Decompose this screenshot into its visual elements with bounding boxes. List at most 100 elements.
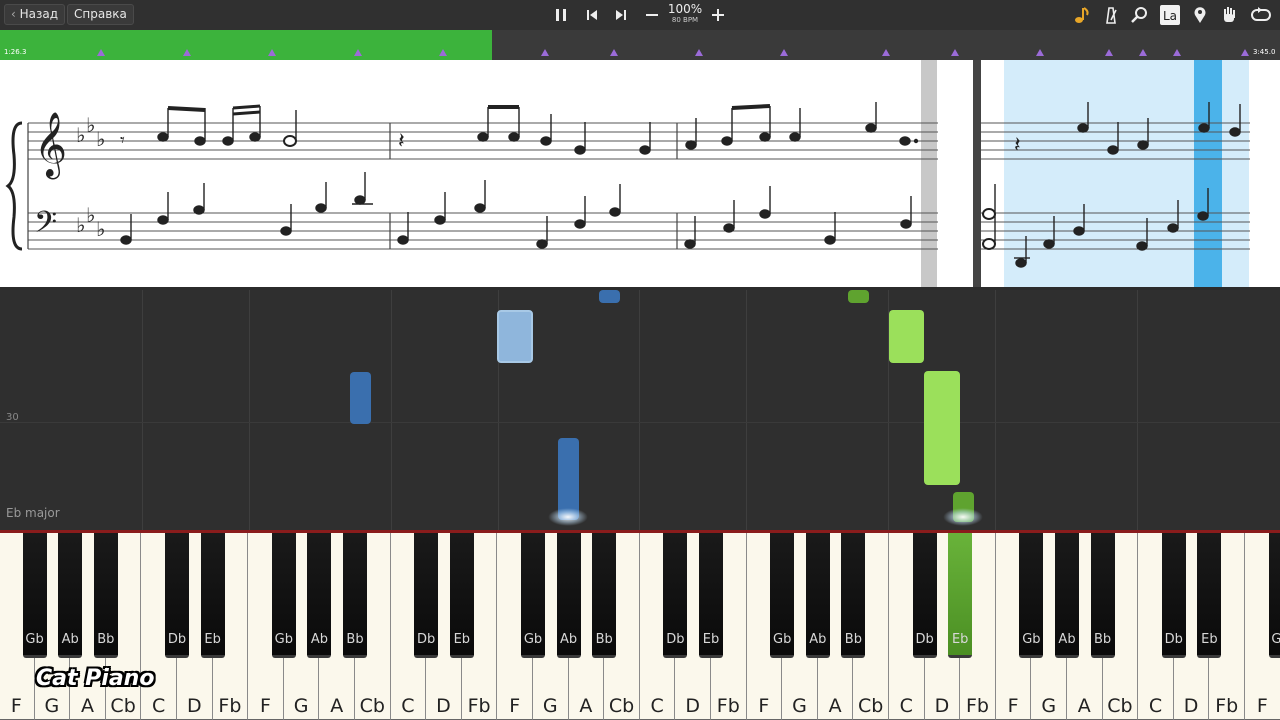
tempo-display: 100% 80 BPM [665, 3, 705, 25]
black-key[interactable]: Gb [1019, 533, 1044, 658]
white-key-label: Cb [110, 695, 136, 717]
white-key-label: F [1256, 695, 1268, 717]
black-key[interactable]: Eb [948, 533, 973, 658]
black-key[interactable]: Ab [556, 533, 581, 658]
black-key-label: Eb [702, 632, 720, 647]
black-key[interactable]: Gb [1268, 533, 1280, 658]
progress-marker[interactable] [97, 49, 105, 56]
progress-marker[interactable] [439, 49, 447, 56]
progress-marker[interactable] [610, 49, 618, 56]
svg-text:♭: ♭ [96, 127, 105, 151]
pin-icon[interactable] [1190, 5, 1210, 25]
back-button[interactable]: ‹ Назад [4, 4, 66, 25]
progress-marker[interactable] [268, 49, 276, 56]
black-key-label: Gb [274, 632, 293, 647]
white-key-label: Cb [858, 695, 884, 717]
progress-marker[interactable] [1241, 49, 1249, 56]
svg-text:♭: ♭ [86, 113, 95, 137]
black-key[interactable]: Gb [271, 533, 296, 658]
white-key-label: F [509, 695, 521, 717]
black-key[interactable]: Bb [93, 533, 118, 658]
black-key[interactable]: Db [1161, 533, 1186, 658]
black-key-label: Bb [595, 632, 613, 647]
black-key[interactable]: Db [165, 533, 189, 658]
black-key[interactable]: Ab [805, 533, 830, 658]
note-icon[interactable] [1072, 5, 1092, 25]
black-key[interactable]: Ab [1055, 533, 1079, 658]
top-toolbar: ‹ Назад Справка 100% 80 BPM La [0, 0, 1280, 30]
black-key[interactable]: Eb [1197, 533, 1222, 658]
black-key-label: Ab [1058, 632, 1076, 647]
black-key[interactable]: Db [663, 533, 688, 658]
bpm-label: 80 BPM [671, 16, 699, 24]
black-key-label: Ab [809, 632, 827, 647]
black-key[interactable]: Ab [307, 533, 332, 658]
piano-keyboard: F G A Cb C D Fb F G A Cb C D Fb F G A Cb C D Fb F G A Cb C D Fb F G A C… [0, 530, 1280, 720]
black-key-label: Eb [1201, 632, 1218, 647]
progress-marker[interactable] [1139, 49, 1147, 56]
svg-text:♭: ♭ [76, 123, 85, 147]
progress-marker[interactable] [1036, 49, 1044, 56]
white-key-label: Cb [1107, 695, 1133, 717]
black-key[interactable]: Eb [699, 533, 723, 658]
black-key-label: Bb [1094, 632, 1112, 647]
black-key-label: Db [1164, 632, 1183, 647]
black-key-label: Db [915, 632, 934, 647]
black-key[interactable]: Db [414, 533, 439, 658]
black-key[interactable]: Eb [200, 533, 225, 658]
black-key-label: Gb [773, 632, 792, 647]
white-key-label: G [542, 695, 558, 717]
search-icon[interactable] [1130, 5, 1150, 25]
white-key-label: C [152, 695, 166, 717]
black-key-label: Db [417, 632, 436, 647]
falling-note-right [924, 371, 960, 485]
white-key-label: C [1148, 695, 1163, 717]
black-key[interactable]: Eb [449, 533, 474, 658]
help-button[interactable]: Справка [67, 4, 134, 25]
progress-bar[interactable]: 1:26.3 3:45.0 [0, 30, 1280, 60]
black-key[interactable]: Gb [521, 533, 545, 658]
minus-icon[interactable] [643, 6, 661, 24]
black-key-label: Eb [204, 632, 221, 647]
white-key-label: A [330, 695, 344, 717]
skip-forward-icon[interactable] [612, 6, 630, 24]
progress-marker[interactable] [1105, 49, 1113, 56]
progress-marker[interactable] [1173, 49, 1181, 56]
skip-back-icon[interactable] [583, 6, 601, 24]
hand-icon[interactable] [1219, 5, 1239, 25]
black-key[interactable]: Ab [58, 533, 83, 658]
start-time: 1:26.3 [4, 48, 27, 56]
white-key-label: A [1077, 695, 1091, 717]
progress-marker[interactable] [780, 49, 788, 56]
white-key-label: F [1007, 695, 1019, 717]
metronome-icon[interactable] [1101, 5, 1121, 25]
svg-text:𝄽: 𝄽 [398, 129, 405, 154]
black-key-label: Db [666, 632, 685, 647]
black-key-label: Gb [1271, 632, 1280, 647]
black-key[interactable]: Gb [22, 533, 47, 658]
loop-icon[interactable] [1249, 5, 1273, 25]
progress-marker[interactable] [541, 49, 549, 56]
black-key[interactable]: Bb [841, 533, 866, 658]
progress-marker[interactable] [695, 49, 703, 56]
white-key-label: D [186, 695, 202, 717]
black-key[interactable]: Bb [1090, 533, 1115, 658]
black-key[interactable]: Gb [770, 533, 795, 658]
progress-marker[interactable] [354, 49, 362, 56]
black-key-label: Ab [61, 632, 79, 647]
la-icon[interactable]: La [1160, 5, 1180, 25]
black-key[interactable]: Db [912, 533, 937, 658]
progress-marker[interactable] [951, 49, 959, 56]
progress-marker[interactable] [882, 49, 890, 56]
key-signature-label: Eb major [6, 506, 60, 520]
pause-icon[interactable] [552, 6, 570, 24]
white-key-label: F [758, 695, 770, 717]
black-key[interactable]: Bb [592, 533, 617, 658]
progress-marker[interactable] [183, 49, 191, 56]
black-key-label: Gb [523, 632, 543, 647]
black-key-label: Ab [560, 632, 578, 647]
watermark: Cat Piano [36, 666, 155, 691]
plus-icon[interactable] [709, 6, 727, 24]
black-key[interactable]: Bb [343, 533, 367, 658]
white-key-label: C [650, 695, 664, 717]
